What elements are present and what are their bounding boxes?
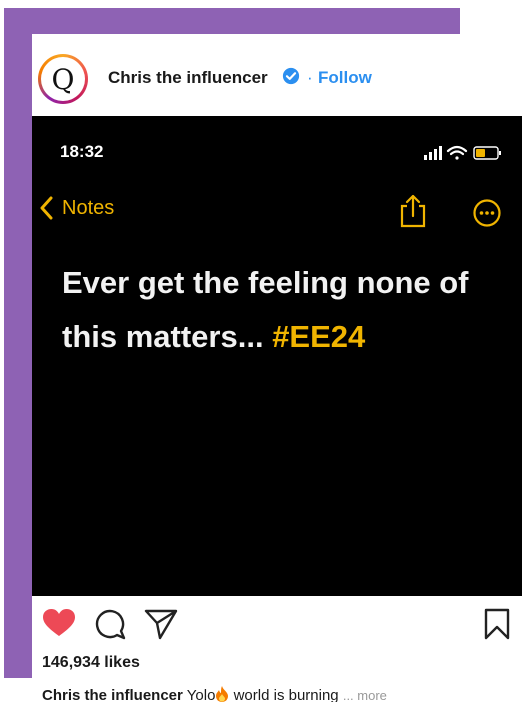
heart-icon[interactable] [42,608,76,638]
note-text: Ever get the feeling none of this matter… [62,256,512,364]
avatar-letter: Q [41,57,85,101]
avatar[interactable]: Q [38,54,88,104]
fire-emoji-icon [216,686,229,702]
wifi-icon [446,145,468,160]
caption-username[interactable]: Chris the influencer [42,687,183,702]
instagram-post: Q Chris the influencer · Follow 18:32 No… [32,34,522,702]
bookmark-icon[interactable] [484,608,510,640]
caption-text-after: world is burning [233,687,339,702]
separator-dot: · [307,68,313,87]
more-options-icon[interactable] [472,198,502,228]
caption-more-link[interactable]: ... more [343,688,387,702]
share-icon[interactable] [398,194,428,228]
likes-count[interactable]: 146,934 likes [42,654,140,672]
status-time: 18:32 [60,142,104,161]
notes-back-button[interactable]: Notes [40,196,114,220]
post-header: Q Chris the influencer · Follow [32,34,522,116]
note-hashtag[interactable]: #EE24 [272,319,365,354]
note-body: Ever get the feeling none of this matter… [62,265,469,354]
action-bar [32,596,522,646]
post-image[interactable]: 18:32 Notes Ever get the feeling none of… [32,116,522,596]
send-icon[interactable] [144,608,178,640]
comment-icon[interactable] [94,608,126,640]
caption: Chris the influencer Yolo world is burni… [42,686,387,702]
battery-icon [473,146,501,160]
status-icons [424,145,501,160]
username[interactable]: Chris the influencer [108,68,268,88]
notes-back-label: Notes [62,196,115,219]
signal-icon [424,146,442,160]
caption-text: Yolo [186,687,216,702]
verified-badge-icon [282,67,300,85]
follow-button[interactable]: Follow [318,68,372,88]
back-chevron-icon [40,196,53,220]
